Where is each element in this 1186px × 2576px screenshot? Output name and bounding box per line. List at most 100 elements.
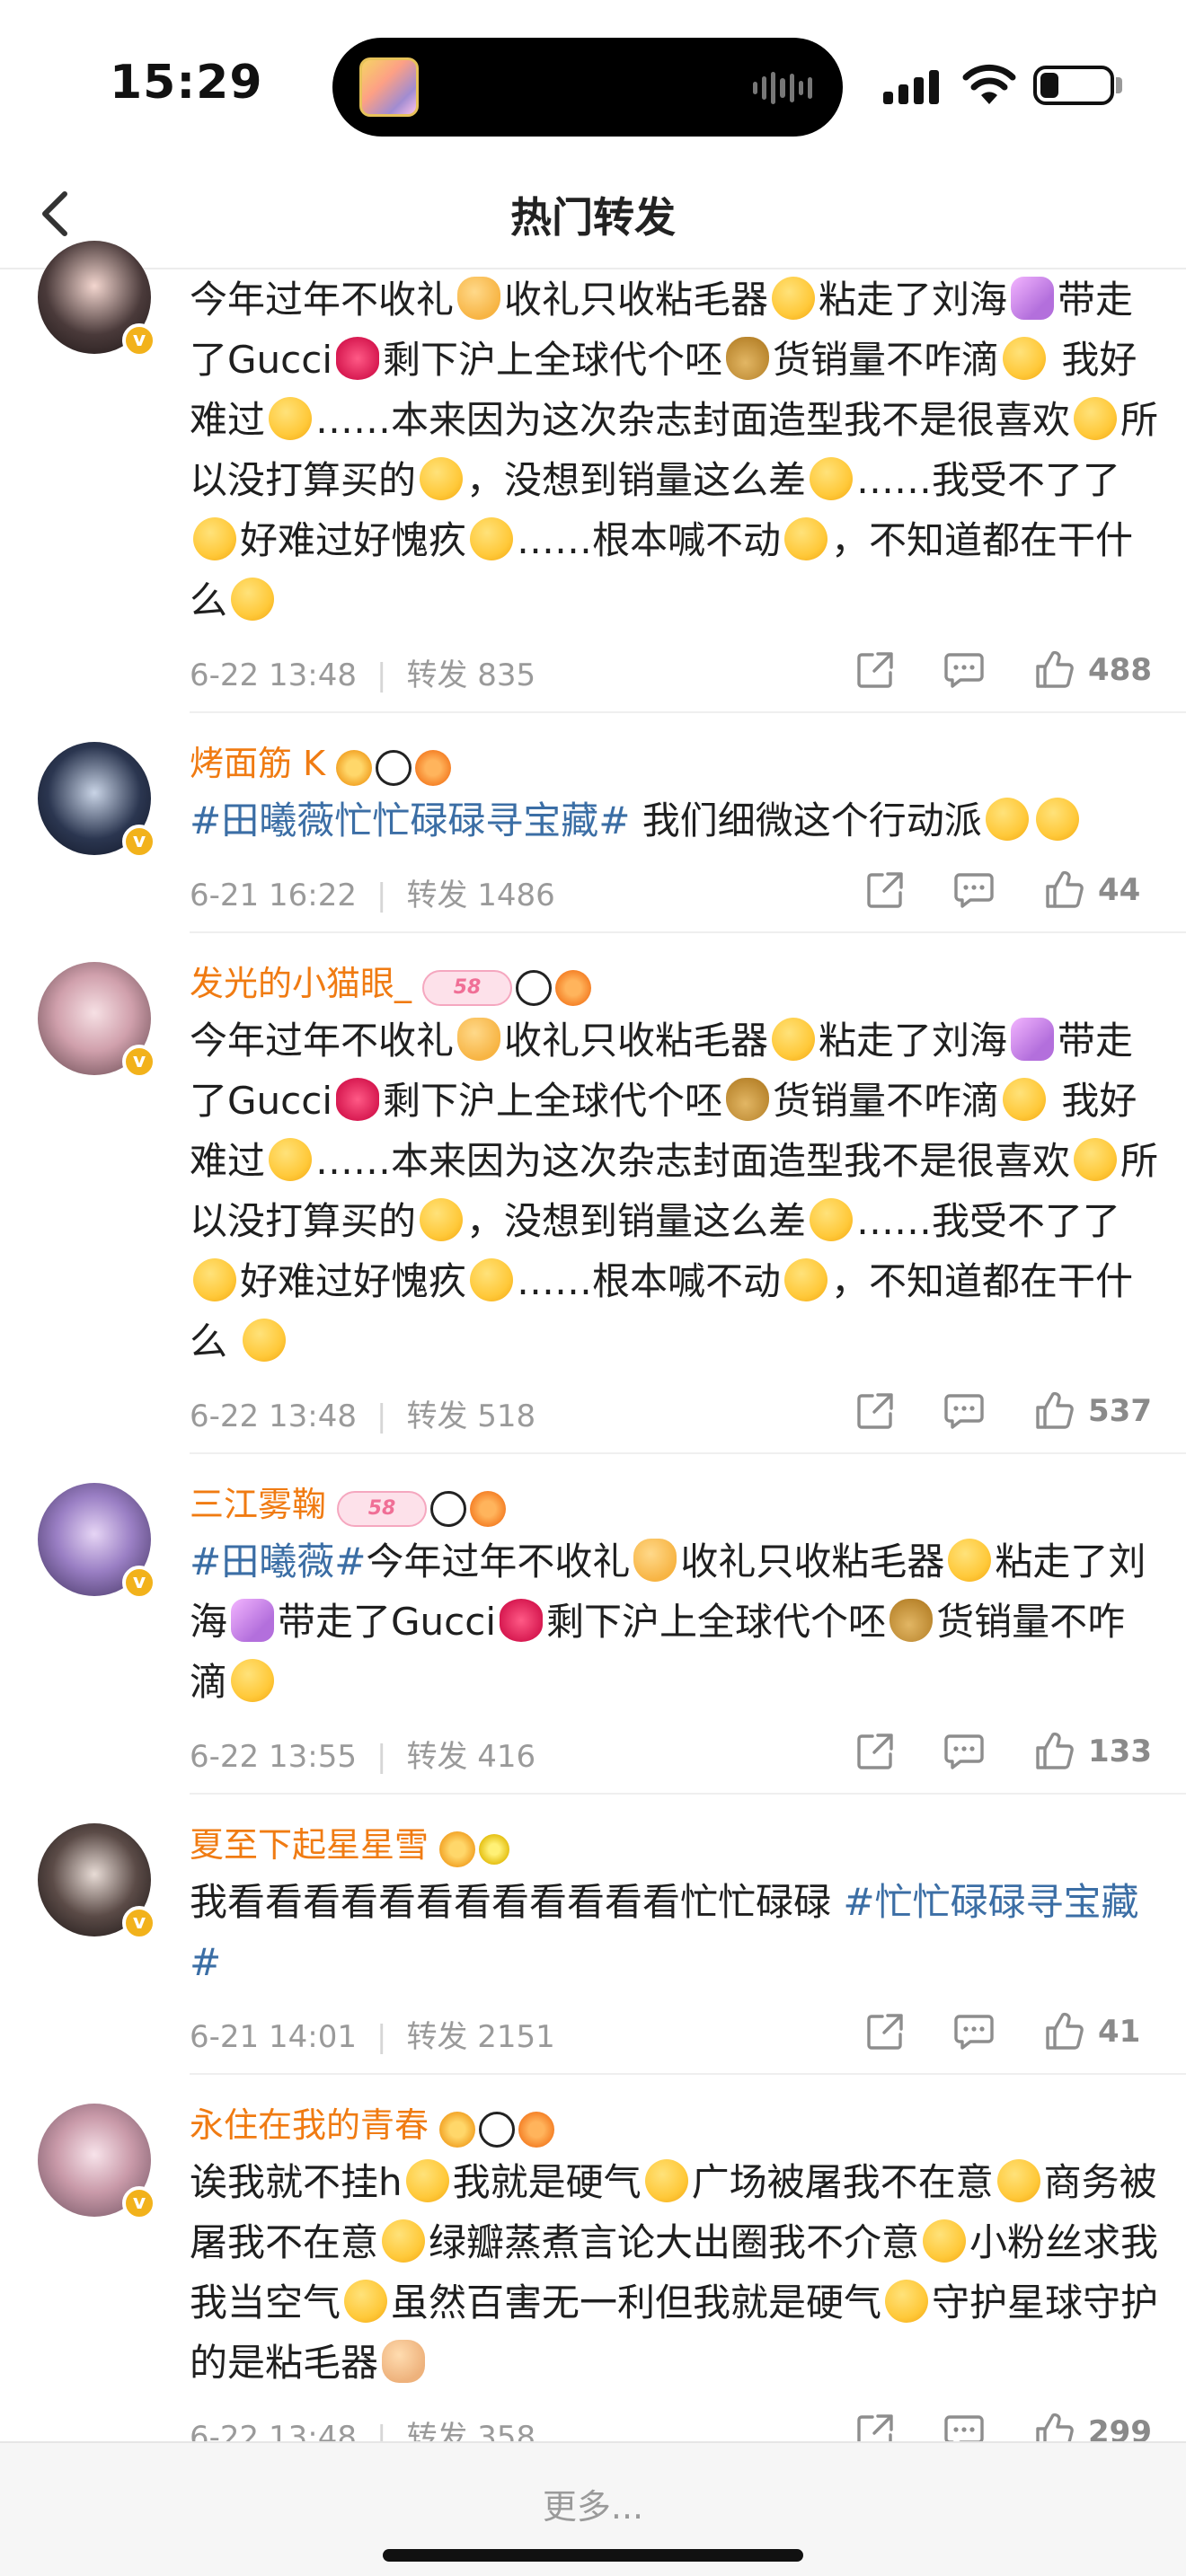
share-button[interactable] bbox=[854, 649, 896, 691]
repost-content: 诶我就不挂h 我就是硬气 广场被屠我不在意 商务被屠我不在意 绿瓣蒸煮言论大出圈我不介意… bbox=[190, 2152, 1159, 2393]
content-text: 今年过年不收礼 bbox=[190, 278, 455, 322]
username[interactable]: 烤面筋 K bbox=[190, 737, 1159, 790]
meta-separator: | bbox=[376, 2019, 387, 2055]
hashtag-link[interactable]: #田曦薇忙忙碌碌寻宝藏# bbox=[190, 798, 630, 842]
avatar[interactable]: v bbox=[38, 1483, 156, 1600]
share-button[interactable] bbox=[864, 2011, 906, 2052]
share-icon bbox=[854, 1390, 896, 1432]
now-playing-thumbnail bbox=[359, 57, 419, 117]
username[interactable]: 发光的小猫眼_ 58 bbox=[190, 957, 1159, 1010]
comment-button[interactable] bbox=[943, 1731, 986, 1772]
emoji-icon bbox=[382, 2340, 426, 2383]
hashtag-link[interactable]: #田曦薇# bbox=[190, 1539, 366, 1584]
repost-item[interactable]: v 今年过年不收礼 收礼只收粘毛器 粘走了刘海 带走了Gucci 剩下沪上全球代个呸 货销量… bbox=[0, 241, 1186, 711]
username[interactable]: 夏至下起星星雪 bbox=[190, 1818, 1159, 1872]
emoji-icon bbox=[784, 1258, 828, 1301]
verified-badge-icon: v bbox=[122, 323, 156, 357]
like-button[interactable]: 41 bbox=[1042, 2010, 1152, 2053]
emoji-icon bbox=[772, 1018, 816, 1061]
avatar[interactable]: v bbox=[38, 241, 156, 357]
verified-badge-icon: v bbox=[122, 2186, 156, 2220]
post-date: 6-21 14:01 bbox=[190, 2019, 357, 2055]
content-text: 带走了Gucci bbox=[278, 1600, 497, 1644]
username-text[interactable]: 夏至下起星星雪 bbox=[190, 1825, 429, 1865]
comment-button[interactable] bbox=[943, 649, 986, 691]
post-date: 6-22 13:55 bbox=[190, 1739, 357, 1775]
username-text[interactable]: 永住在我的青春 bbox=[190, 2105, 429, 2145]
like-button[interactable]: 44 bbox=[1042, 869, 1152, 912]
verified-badge-icon: v bbox=[122, 1045, 156, 1079]
content-text: ……本来因为这次杂志封面造型我不是很喜欢 bbox=[315, 1139, 1071, 1183]
emoji-icon bbox=[231, 1599, 275, 1642]
avatar[interactable]: v bbox=[38, 962, 156, 1079]
load-more-button[interactable]: 更多... bbox=[0, 2479, 1186, 2528]
username[interactable]: 永住在我的青春 bbox=[190, 2098, 1159, 2152]
fish-badge-icon bbox=[518, 2112, 555, 2148]
dynamic-island[interactable] bbox=[332, 38, 843, 137]
fish-badge-icon bbox=[415, 750, 451, 786]
avatar[interactable]: v bbox=[38, 742, 156, 859]
comment-button[interactable] bbox=[952, 869, 996, 911]
repost-item[interactable]: v 发光的小猫眼_ 58 今年过年不收礼 收礼只收粘毛器 粘走了刘海 带走了Gucci 剩下沪… bbox=[0, 933, 1186, 1452]
flower-badge-icon bbox=[479, 1834, 510, 1865]
comment-button[interactable] bbox=[943, 1390, 986, 1432]
content-text: 货销量不咋滴 bbox=[773, 1079, 1000, 1123]
content-text: 剩下沪上全球代个呸 bbox=[383, 338, 723, 382]
meta-separator: | bbox=[376, 1739, 387, 1775]
repost-count[interactable]: 转发 518 bbox=[406, 1398, 535, 1434]
meta-separator: | bbox=[376, 878, 387, 913]
username-text[interactable]: 发光的小猫眼_ bbox=[190, 964, 412, 1003]
emoji-icon bbox=[726, 337, 770, 380]
post-date: 6-22 13:48 bbox=[190, 1398, 357, 1434]
avatar[interactable]: v bbox=[38, 1823, 156, 1940]
audio-waveform-icon bbox=[753, 72, 812, 104]
emoji-icon bbox=[470, 1258, 514, 1301]
share-icon bbox=[864, 2011, 906, 2052]
repost-item[interactable]: v 永住在我的青春诶我就不挂h 我就是硬气 广场被屠我不在意 商务被屠我不在意 绿瓣蒸煮言… bbox=[0, 2075, 1186, 2474]
repost-item[interactable]: v 烤面筋 K #田曦薇忙忙碌碌寻宝藏# 我们细微这个行动派 6-21 16:22 | 转… bbox=[0, 713, 1186, 931]
like-count: 44 bbox=[1098, 872, 1141, 908]
repost-content: 今年过年不收礼 收礼只收粘毛器 粘走了刘海 带走了Gucci 剩下沪上全球代个呸 货销量不… bbox=[190, 269, 1159, 631]
repost-count[interactable]: 转发 416 bbox=[406, 1739, 535, 1775]
emoji-icon bbox=[810, 1198, 854, 1241]
share-button[interactable] bbox=[854, 1390, 896, 1432]
fish-badge-icon bbox=[555, 970, 592, 1006]
repost-count[interactable]: 转发 835 bbox=[406, 657, 535, 693]
share-button[interactable] bbox=[854, 1731, 896, 1772]
emoji-icon bbox=[885, 2280, 929, 2323]
username-text[interactable]: 三江雾鞠 bbox=[190, 1485, 326, 1524]
like-button[interactable]: 133 bbox=[1032, 1730, 1152, 1773]
username-text[interactable]: 烤面筋 K bbox=[190, 744, 325, 783]
home-indicator[interactable] bbox=[383, 2549, 803, 2562]
avatar[interactable]: v bbox=[38, 2104, 156, 2220]
emoji-icon bbox=[633, 1539, 677, 1582]
content-text: 广场被屠我不在意 bbox=[691, 2160, 994, 2204]
content-text: 好难过好愧疚 bbox=[240, 518, 467, 562]
repost-count[interactable]: 转发 2151 bbox=[406, 2019, 554, 2055]
emoji-icon bbox=[344, 2280, 388, 2323]
verified-badge-icon: v bbox=[122, 1566, 156, 1600]
content-text: 我们细微这个行动派 bbox=[630, 798, 982, 842]
comment-button[interactable] bbox=[952, 2011, 996, 2052]
repost-count[interactable]: 转发 1486 bbox=[406, 878, 554, 913]
share-button[interactable] bbox=[864, 869, 906, 911]
content-text: ……本来因为这次杂志封面造型我不是很喜欢 bbox=[315, 398, 1071, 442]
username[interactable]: 三江雾鞠 58 bbox=[190, 1478, 1159, 1531]
repost-meta: 6-21 16:22 | 转发 1486 44 bbox=[190, 854, 1159, 931]
content-text: 收礼只收粘毛器 bbox=[504, 1019, 769, 1063]
like-button[interactable]: 488 bbox=[1032, 648, 1152, 692]
content-text: 诶我就不挂h bbox=[190, 2160, 403, 2204]
emoji-icon bbox=[772, 277, 816, 320]
repost-item[interactable]: v 夏至下起星星雪 我看看看看看看看看看看看看忙忙碌碌 #忙忙碌碌寻宝藏# 6-21 … bbox=[0, 1795, 1186, 2073]
cake-level-badge-icon: 58 bbox=[422, 970, 513, 1006]
emoji-icon bbox=[243, 1319, 287, 1362]
emoji-icon bbox=[948, 1539, 992, 1582]
like-button[interactable]: 537 bbox=[1032, 1389, 1152, 1433]
battery-level bbox=[1040, 73, 1058, 98]
load-more-bar[interactable]: 更多... bbox=[0, 2441, 1186, 2576]
content-text: 剩下沪上全球代个呸 bbox=[546, 1600, 887, 1644]
repost-item[interactable]: v 三江雾鞠 58 #田曦薇#今年过年不收礼 收礼只收粘毛器 粘走了刘海 带走了Gucci 剩… bbox=[0, 1454, 1186, 1793]
emoji-icon bbox=[193, 1258, 236, 1301]
content-text: ，没想到销量这么差 bbox=[466, 1199, 807, 1243]
content-text: ……我受不了了 bbox=[856, 458, 1121, 502]
